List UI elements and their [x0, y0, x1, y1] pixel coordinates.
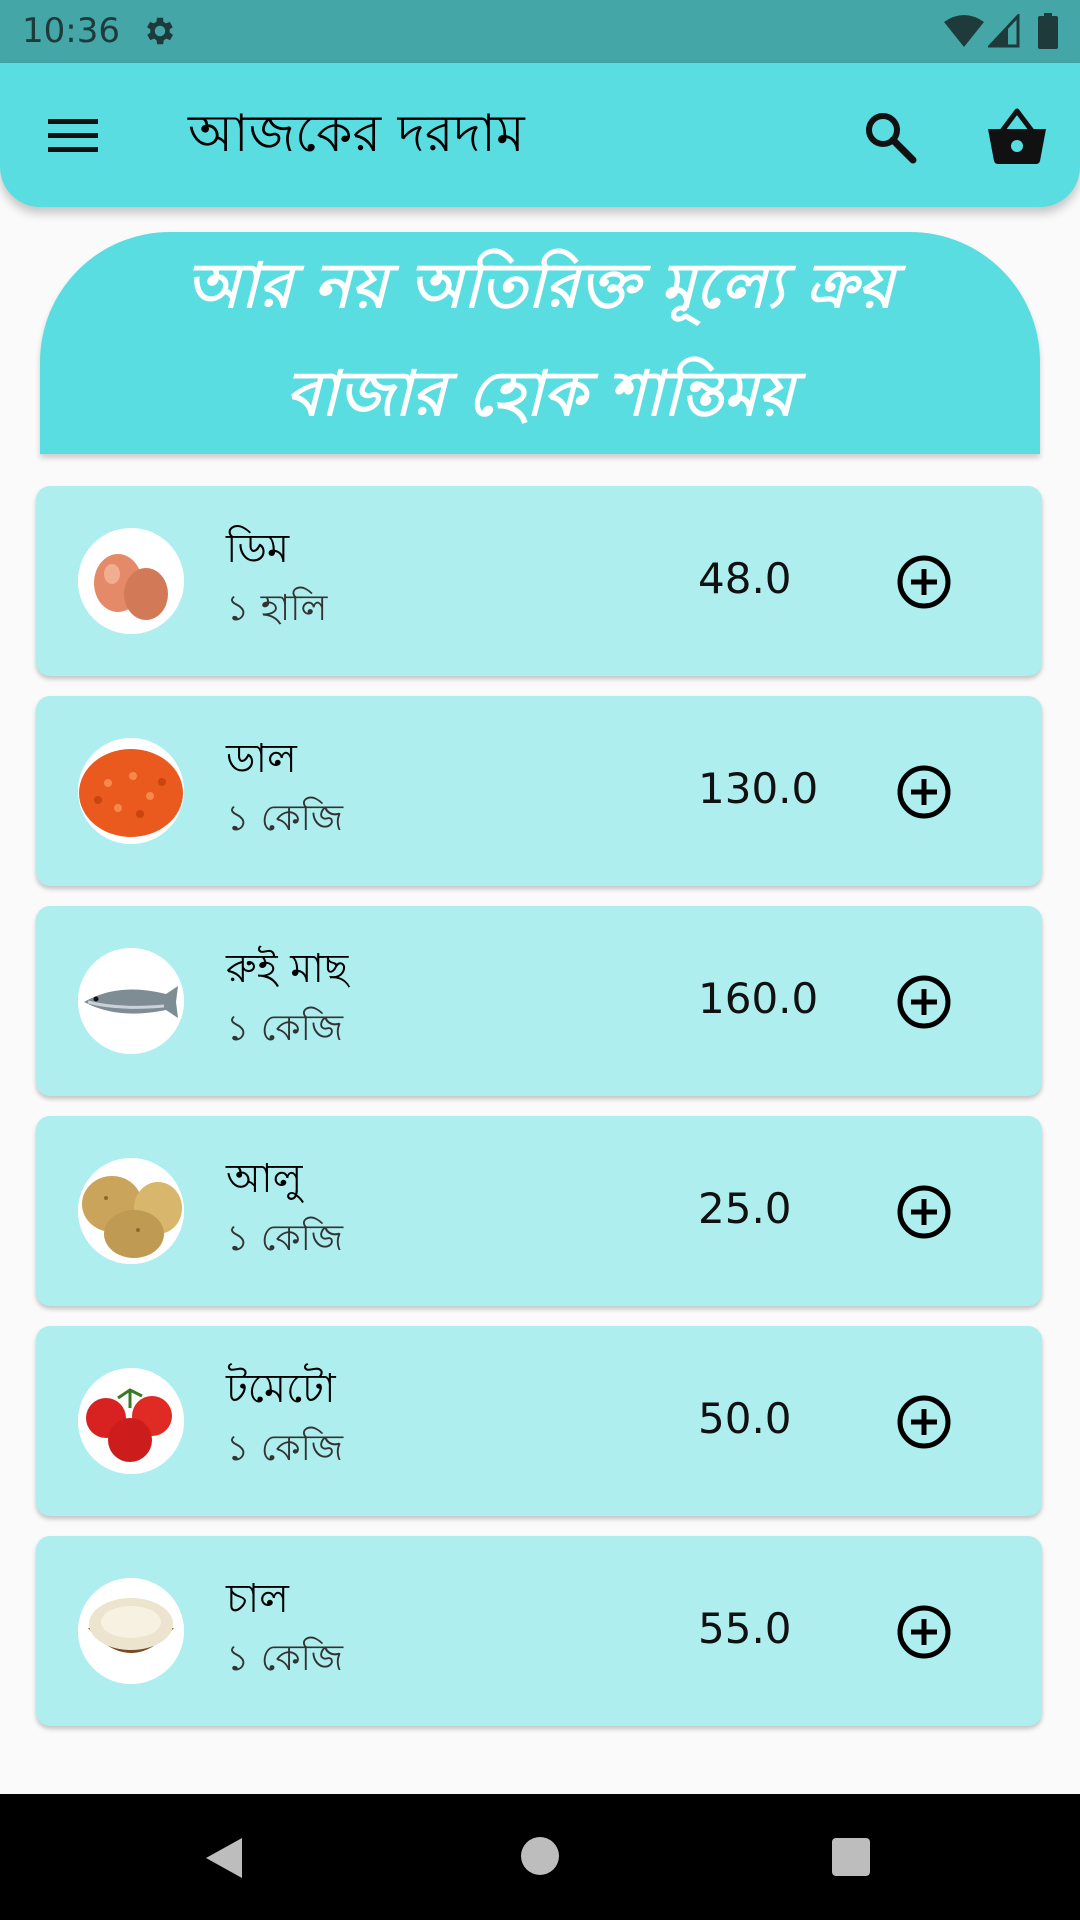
- add-to-cart-button[interactable]: [896, 1604, 952, 1660]
- product-name: আলু: [226, 1156, 303, 1202]
- settings-gear-icon: [147, 17, 174, 45]
- battery-icon: [1038, 13, 1058, 49]
- product-name: টমেটো: [226, 1366, 336, 1412]
- shopping-basket-icon[interactable]: [986, 107, 1048, 165]
- banner-line-2: বাজার হোক শান্তিময়: [285, 357, 795, 430]
- home-circle-icon[interactable]: [520, 1836, 560, 1876]
- product-name: রুই মাছ: [226, 946, 349, 992]
- status-bar: 10:36: [0, 0, 1080, 63]
- add-to-cart-button[interactable]: [896, 974, 952, 1030]
- fish-image: [78, 948, 184, 1054]
- product-card-potato[interactable]: আলু ১ কেজি 25.0: [36, 1116, 1042, 1306]
- product-card-tomato[interactable]: টমেটো ১ কেজি 50.0: [36, 1326, 1042, 1516]
- add-to-cart-button[interactable]: [896, 1184, 952, 1240]
- signal-icon: [988, 14, 1020, 48]
- product-name: ডিম: [226, 526, 290, 572]
- product-card-fish[interactable]: রুই মাছ ১ কেজি 160.0: [36, 906, 1042, 1096]
- product-price: 25.0: [698, 1184, 792, 1233]
- app-bar: আজকের দরদাম: [0, 63, 1080, 207]
- product-price: 48.0: [698, 554, 792, 603]
- product-name: চাল: [226, 1576, 289, 1622]
- product-unit: ১ কেজি: [226, 1428, 344, 1469]
- slogan-banner: আর নয় অতিরিক্ত মূল্যে ক্রয় বাজার হোক শ…: [40, 232, 1040, 454]
- tomatoes-image: [78, 1368, 184, 1474]
- product-card-egg[interactable]: ডিম ১ হালি 48.0: [36, 486, 1042, 676]
- page-title: আজকের দরদাম: [188, 104, 525, 164]
- product-unit: ১ কেজি: [226, 1008, 344, 1049]
- eggs-image: [78, 528, 184, 634]
- product-price: 55.0: [698, 1604, 792, 1653]
- search-icon[interactable]: [862, 109, 918, 165]
- product-unit: ১ কেজি: [226, 798, 344, 839]
- product-name: ডাল: [226, 736, 297, 782]
- product-price: 160.0: [698, 974, 819, 1023]
- recent-apps-square-icon[interactable]: [832, 1838, 870, 1876]
- back-triangle-icon[interactable]: [202, 1836, 246, 1880]
- status-time: 10:36: [22, 11, 120, 51]
- product-card-lentils[interactable]: ডাল ১ কেজি 130.0: [36, 696, 1042, 886]
- wifi-icon: [944, 15, 984, 47]
- product-unit: ১ হালি: [226, 588, 328, 629]
- potatoes-image: [78, 1158, 184, 1264]
- product-unit: ১ কেজি: [226, 1638, 344, 1679]
- product-card-rice[interactable]: চাল ১ কেজি 55.0: [36, 1536, 1042, 1726]
- add-to-cart-button[interactable]: [896, 554, 952, 610]
- product-price: 130.0: [698, 764, 819, 813]
- lentils-image: [78, 738, 184, 844]
- banner-line-1: আর নয় অতিরিক্ত মূল্যে ক্রয়: [185, 249, 895, 322]
- product-price: 50.0: [698, 1394, 792, 1443]
- add-to-cart-button[interactable]: [896, 1394, 952, 1450]
- menu-icon[interactable]: [48, 117, 98, 155]
- rice-image: [78, 1578, 184, 1684]
- add-to-cart-button[interactable]: [896, 764, 952, 820]
- system-navigation-bar: [0, 1794, 1080, 1920]
- product-unit: ১ কেজি: [226, 1218, 344, 1259]
